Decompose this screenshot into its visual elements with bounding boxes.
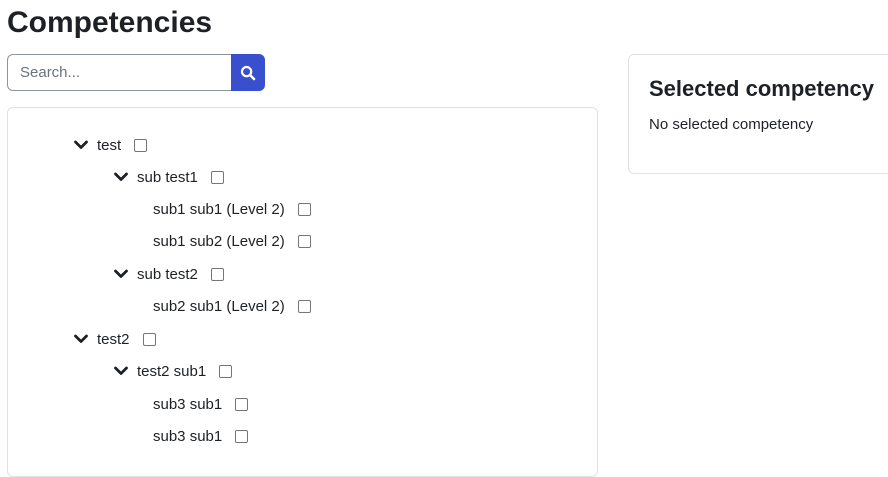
tree-item-checkbox[interactable] bbox=[219, 364, 233, 378]
tree-item-checkbox[interactable] bbox=[297, 234, 311, 248]
tree-item-sub1-sub1[interactable]: sub1 sub1 (Level 2) bbox=[153, 198, 311, 220]
tree-item-sub3-sub1-second[interactable]: sub3 sub1 bbox=[153, 425, 249, 447]
competency-tree: test sub test1 sub1 sub1 (Level 2) sub1 … bbox=[7, 107, 598, 477]
tree-item-sub3-sub1[interactable]: sub3 sub1 bbox=[153, 393, 249, 415]
tree-item-label[interactable]: sub test1 bbox=[137, 169, 198, 186]
tree-item-sub-test2[interactable]: sub test2 bbox=[113, 263, 224, 285]
chevron-down-icon[interactable] bbox=[113, 266, 129, 282]
tree-item-test2[interactable]: test2 bbox=[73, 328, 156, 350]
tree-item-label[interactable]: sub2 sub1 (Level 2) bbox=[153, 298, 285, 315]
tree-item-checkbox[interactable] bbox=[235, 397, 249, 411]
tree-item-sub1-sub2[interactable]: sub1 sub2 (Level 2) bbox=[153, 230, 311, 252]
tree-item-label[interactable]: sub1 sub1 (Level 2) bbox=[153, 201, 285, 218]
chevron-down-icon[interactable] bbox=[113, 169, 129, 185]
page-title: Competencies bbox=[7, 6, 213, 39]
selected-competency-panel: Selected competency No selected competen… bbox=[628, 54, 888, 174]
tree-item-checkbox[interactable] bbox=[297, 299, 311, 313]
tree-item-checkbox[interactable] bbox=[210, 170, 224, 184]
tree-item-checkbox[interactable] bbox=[297, 202, 311, 216]
tree-item-label[interactable]: test bbox=[97, 137, 121, 154]
no-selection-message: No selected competency bbox=[649, 116, 814, 133]
tree-item-test[interactable]: test bbox=[73, 134, 148, 156]
search-input[interactable] bbox=[7, 54, 232, 91]
chevron-down-icon[interactable] bbox=[73, 137, 89, 153]
tree-item-label[interactable]: test2 sub1 bbox=[137, 363, 206, 380]
tree-item-sub2-sub1[interactable]: sub2 sub1 (Level 2) bbox=[153, 295, 311, 317]
tree-item-label[interactable]: test2 bbox=[97, 331, 130, 348]
chevron-down-icon[interactable] bbox=[113, 363, 129, 379]
tree-item-checkbox[interactable] bbox=[235, 429, 249, 443]
search-icon bbox=[240, 65, 256, 80]
tree-item-checkbox[interactable] bbox=[210, 267, 224, 281]
tree-item-test2-sub1[interactable]: test2 sub1 bbox=[113, 360, 233, 382]
tree-item-label[interactable]: sub3 sub1 bbox=[153, 428, 222, 445]
tree-item-label[interactable]: sub3 sub1 bbox=[153, 396, 222, 413]
tree-item-checkbox[interactable] bbox=[134, 138, 148, 152]
search-bar bbox=[7, 54, 265, 91]
tree-item-label[interactable]: sub test2 bbox=[137, 266, 198, 283]
chevron-down-icon[interactable] bbox=[73, 331, 89, 347]
tree-item-checkbox[interactable] bbox=[142, 332, 156, 346]
selected-competency-title: Selected competency bbox=[649, 76, 874, 101]
tree-item-sub-test1[interactable]: sub test1 bbox=[113, 166, 224, 188]
tree-item-label[interactable]: sub1 sub2 (Level 2) bbox=[153, 233, 285, 250]
search-button[interactable] bbox=[231, 54, 265, 91]
